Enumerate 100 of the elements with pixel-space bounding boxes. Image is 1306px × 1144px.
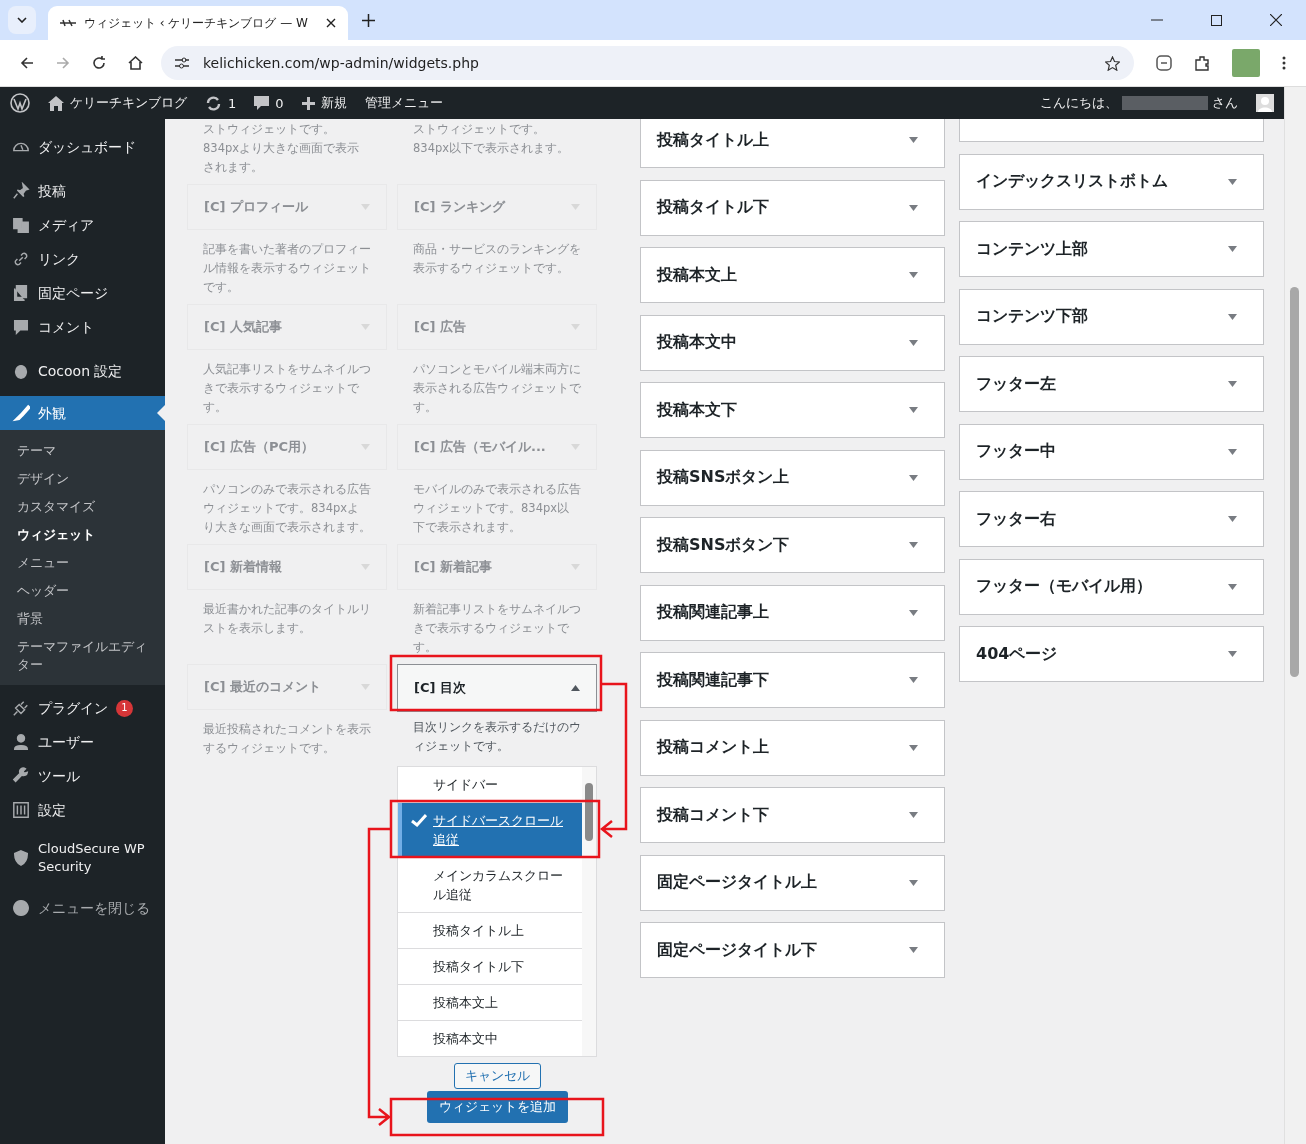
tab-list-button[interactable] [8,6,36,34]
widget-area-header[interactable]: 投稿コメント下 [640,787,945,843]
widget-area-header[interactable]: 投稿SNSボタン上 [640,449,945,506]
caret-icon [1228,178,1237,185]
widget-area-header[interactable]: 404ページ [959,626,1264,682]
comments-link[interactable]: 0 [254,95,284,111]
back-icon[interactable] [20,56,34,70]
widget-area-header[interactable]: 固定ページタイトル上 [640,854,945,911]
widget-description: パソコンとモバイル端末両方に表示される広告ウィジェットです。 [412,361,582,416]
caret-icon [361,324,370,330]
plus-icon [301,96,315,110]
honorific-text: さん [1212,94,1238,112]
caret-icon [909,407,918,413]
tab-title: ウィジェット ‹ ケリーチキンブログ — W [84,14,309,32]
widget-header[interactable]: [C] 目次 [397,664,597,712]
menu-item[interactable]: メニューを閉じる [0,891,165,925]
widget-description: ストウィジェットです。834pxより大きな画面で表示されます。 [202,121,361,176]
list-scrollbar[interactable] [582,767,596,1056]
caret-icon [909,339,918,346]
cancel-button[interactable]: キャンセル [453,1063,541,1089]
site-home-link[interactable]: ケリーチキンブログ [48,94,187,112]
widget-area-header[interactable]: 投稿本文上 [640,247,945,303]
greeting-text: こんにちは、 [1040,94,1118,112]
menu-item[interactable]: コメント [0,310,165,344]
caret-icon [1228,583,1237,590]
menu-item[interactable]: Cocoon 設定 [0,354,165,388]
sidebar-option[interactable]: 投稿本文中 [398,1021,582,1056]
reload-icon[interactable] [92,56,106,70]
caret-icon [909,947,918,953]
widget-area-header[interactable]: フッター（モバイル用） [959,558,1264,615]
menu-item[interactable]: 設定 [0,793,165,827]
submenu-item[interactable]: メニュー [0,549,165,577]
menu-item[interactable]: ユーザー [0,725,165,759]
updates-link[interactable]: 1 [205,95,237,111]
extension-chat-icon[interactable] [1156,55,1172,71]
extensions-icon[interactable] [1194,55,1210,71]
widget-description: モバイルのみで表示される広告ウィジェットです。834px以下で表示されます。 [412,481,582,536]
caret-icon [909,812,918,818]
menu-item[interactable]: ダッシュボード [0,130,165,164]
widget-area-header[interactable]: フッター中 [959,423,1264,480]
menu-item[interactable]: 外観 [0,396,165,430]
submenu-item[interactable]: テーマファイルエディター [0,633,165,679]
url-text: kelichicken.com/wp-admin/widgets.php [203,55,479,71]
menu-item[interactable]: 固定ページ [0,276,165,310]
menu-label: ダッシュボード [38,138,136,157]
address-bar[interactable]: kelichicken.com/wp-admin/widgets.php [161,46,1134,80]
option-label: 投稿本文上 [433,994,498,1012]
widget-area-header[interactable]: 投稿SNSボタン下 [640,517,945,573]
widget-description: 目次リンクを表示するだけのウィジェットです。 [412,719,582,755]
widget-description: パソコンのみで表示される広告ウィジェットです。834pxより大きな画面で表示されます。 [202,481,372,536]
wordpress-logo-icon[interactable] [10,93,30,113]
caret-icon [909,542,918,548]
submenu-item[interactable]: テーマ [0,437,165,465]
widget-area-header[interactable]: 投稿タイトル下 [640,179,945,236]
admin-menu-link[interactable]: 管理メニュー [364,94,443,112]
new-content-link[interactable]: 新規 [301,94,347,112]
update-count-badge: 1 [116,699,133,717]
close-icon[interactable] [1270,14,1282,26]
widget-area-header[interactable]: 投稿本文中 [640,314,945,371]
submenu-item[interactable]: ヘッダー [0,577,165,605]
menu-icon[interactable] [1282,56,1286,70]
widget-area-header[interactable]: 投稿コメント上 [640,719,945,776]
browser-tab[interactable]: ウィジェット ‹ ケリーチキンブログ — W [48,6,348,40]
widget-area-header[interactable]: コンテンツ下部 [959,288,1264,345]
submenu-item[interactable]: ウィジェット [0,521,165,549]
widget-area-header[interactable]: 固定ページタイトル下 [640,922,945,978]
menu-item[interactable]: メディア [0,208,165,242]
widget-area-header[interactable]: コンテンツ上部 [959,221,1264,277]
caret-icon [361,444,370,450]
widget-area-header[interactable]: フッター右 [959,491,1264,547]
close-icon[interactable] [326,18,336,28]
widget-area-header[interactable]: 投稿本文下 [640,382,945,438]
caret-icon [361,564,370,570]
widget-description: ストウィジェットです。834px以下で表示されます。 [412,121,571,157]
caret-icon [571,324,580,330]
menu-item[interactable]: 投稿 [0,174,165,208]
menu-item[interactable]: リンク [0,242,165,276]
maximize-icon[interactable] [1211,14,1222,26]
caret-icon [909,609,918,616]
submenu-item[interactable]: カスタマイズ [0,493,165,521]
add-widget-button[interactable]: ウィジェットを追加 [426,1091,568,1123]
menu-item[interactable]: ツール [0,759,165,793]
widget-area-header[interactable]: 投稿関連記事上 [640,584,945,641]
home-icon[interactable] [128,56,143,70]
bookmark-star-icon[interactable] [1105,55,1120,71]
widget-area-header[interactable]: フッター左 [959,356,1264,412]
menu-item[interactable]: CloudSecure WP Security [0,833,165,883]
widget-area-header[interactable]: インデックスリストボトム [959,153,1264,210]
caret-icon [361,684,370,690]
menu-label: CloudSecure WP Security [38,840,146,876]
submenu-item[interactable]: 背景 [0,605,165,633]
widget-description: 新着記事リストをサムネイルつきで表示するウィジェットです。 [412,601,582,656]
menu-item[interactable]: プラグイン 1 [0,691,165,725]
new-tab-icon[interactable] [362,13,375,27]
widget-area-header[interactable]: 投稿関連記事下 [640,652,945,708]
comment-icon [254,95,270,111]
caret-icon [909,204,918,211]
submenu-item[interactable]: デザイン [0,465,165,493]
site-settings-icon [175,57,189,69]
widget-area-header[interactable]: 投稿タイトル上 [640,119,945,168]
